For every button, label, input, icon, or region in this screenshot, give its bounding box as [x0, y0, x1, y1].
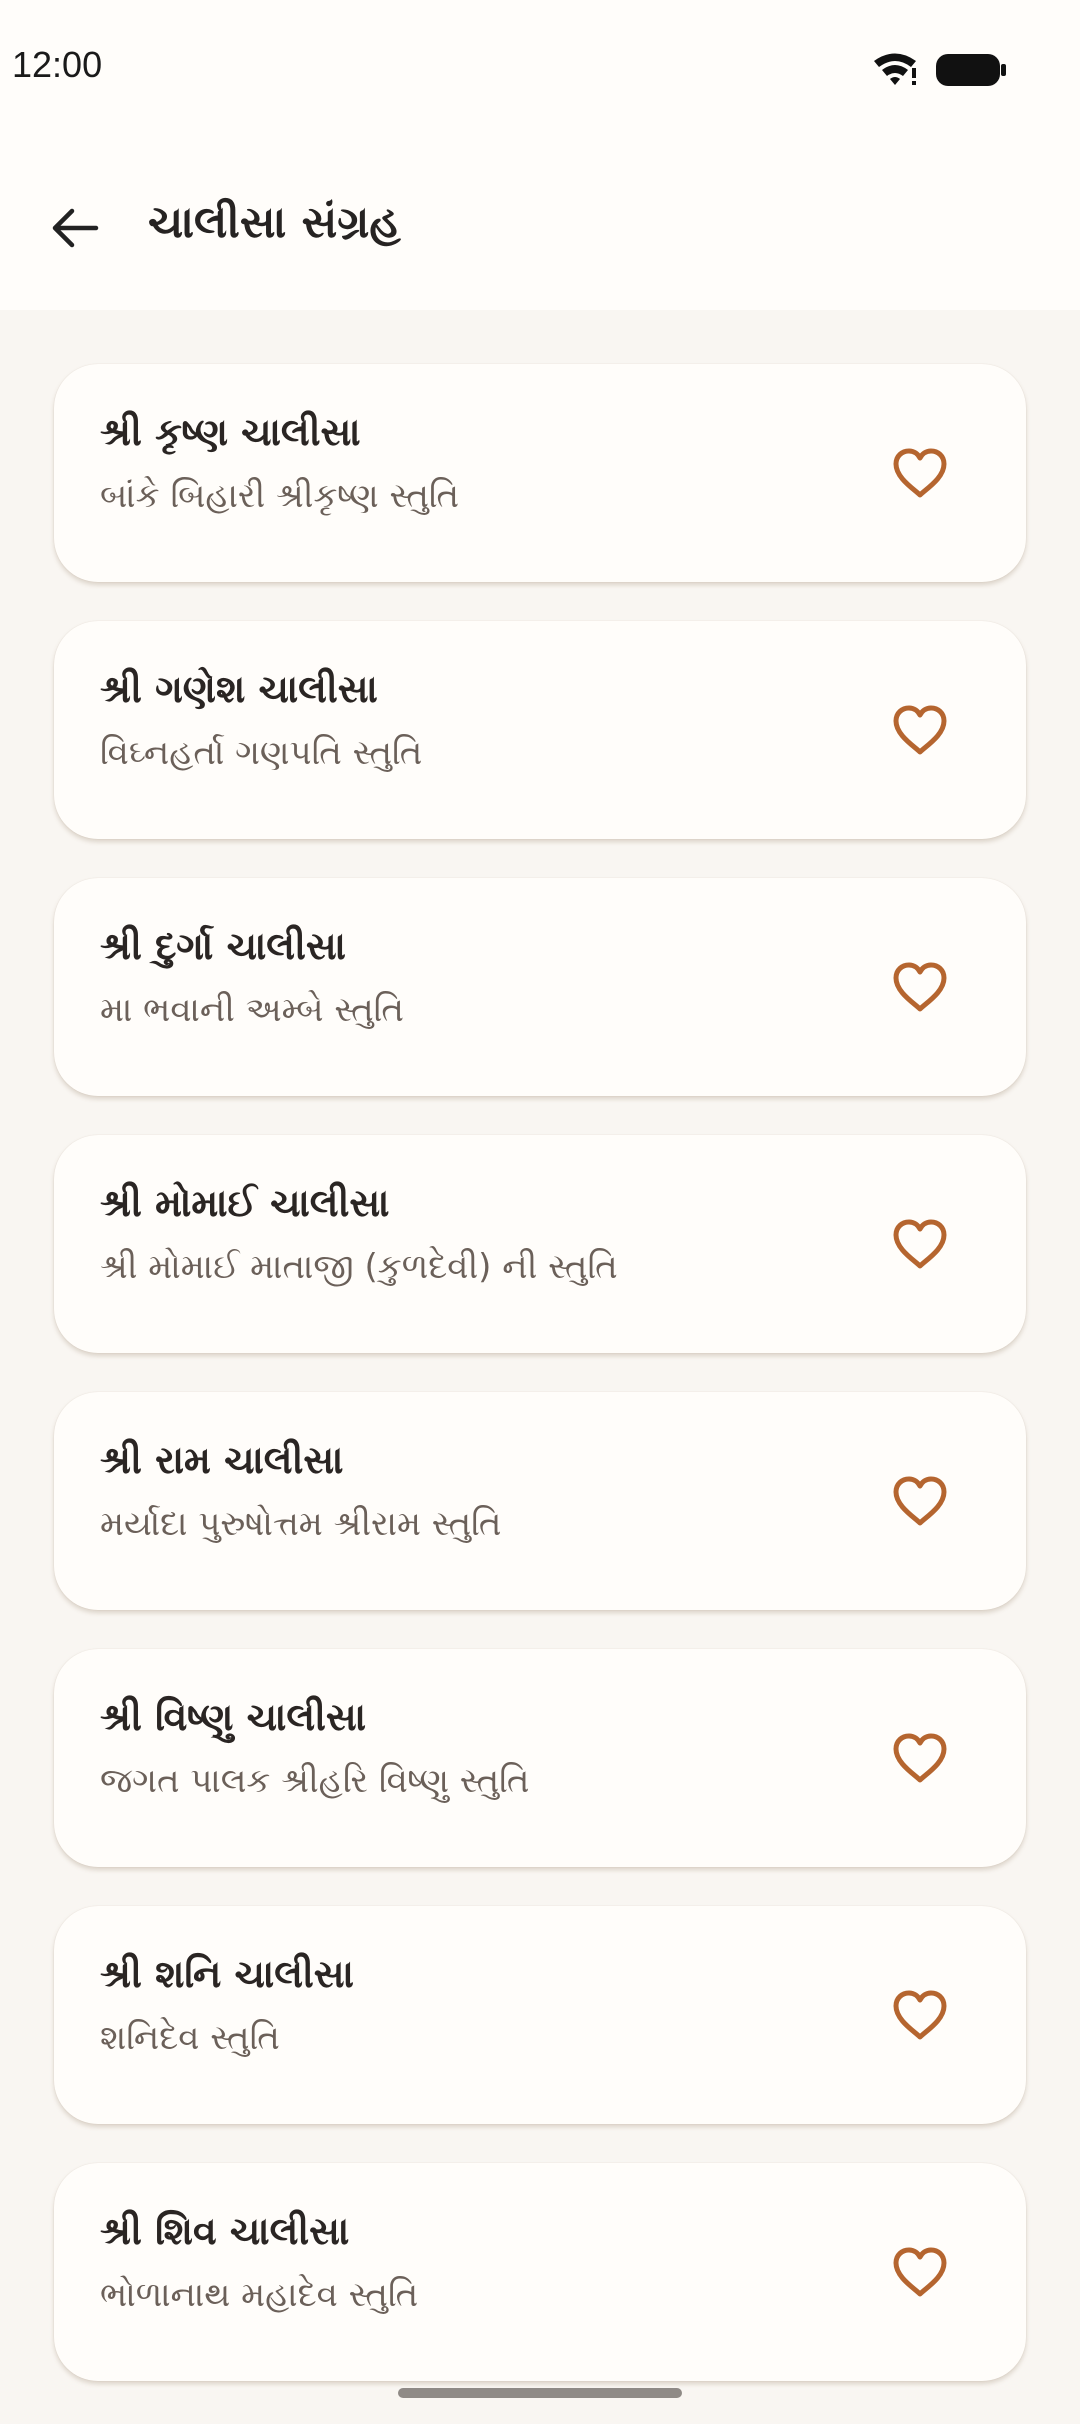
heart-outline-icon — [893, 1476, 947, 1526]
battery-icon — [936, 54, 1006, 86]
heart-outline-icon — [893, 2247, 947, 2297]
list-item[interactable]: શ્રી શિવ ચાલીસા ભોળાનાથ મહાદેવ સ્તુતિ — [54, 2163, 1026, 2381]
item-title: શ્રી કૃષ્ણ ચાલીસા — [100, 410, 361, 454]
heart-outline-icon — [893, 705, 947, 755]
app-bar: ચાલીસા સંગ્રહ — [0, 140, 1080, 310]
favorite-button[interactable] — [880, 1719, 960, 1799]
item-title: શ્રી શનિ ચાલીસા — [100, 1952, 354, 1996]
list-item[interactable]: શ્રી દુર્ગા ચાલીસા મા ભવાની અમ્બે સ્તુતિ — [54, 878, 1026, 1096]
item-title: શ્રી વિષ્ણુ ચાલીસા — [100, 1695, 367, 1739]
heart-outline-icon — [893, 1733, 947, 1783]
item-subtitle: વિઘ્નહર્તા ગણપતિ સ્તુતિ — [100, 733, 423, 773]
item-title: શ્રી દુર્ગા ચાલીસા — [100, 924, 346, 968]
item-title: શ્રી શિવ ચાલીસા — [100, 2209, 350, 2253]
page-title: ચાલીસા સંગ્રહ — [148, 197, 401, 248]
item-title: શ્રી ગણેશ ચાલીસા — [100, 667, 378, 711]
item-subtitle: મર્યાદા પુરુષોત્તમ શ્રીરામ સ્તુતિ — [100, 1504, 502, 1544]
back-button[interactable] — [30, 192, 120, 264]
item-title: શ્રી રામ ચાલીસા — [100, 1438, 344, 1482]
favorite-button[interactable] — [880, 2233, 960, 2313]
arrow-left-icon — [52, 208, 99, 248]
list-item[interactable]: શ્રી વિષ્ણુ ચાલીસા જગત પાલક શ્રીહરિ વિષ્… — [54, 1649, 1026, 1867]
favorite-button[interactable] — [880, 1976, 960, 2056]
item-title: શ્રી મોમાઈ ચાલીસા — [100, 1181, 390, 1225]
favorite-button[interactable] — [880, 948, 960, 1028]
heart-outline-icon — [893, 1990, 947, 2040]
favorite-button[interactable] — [880, 1205, 960, 1285]
wifi-icon — [874, 53, 916, 85]
status-bar: 12:00 — [0, 0, 1080, 140]
list-item[interactable]: શ્રી મોમાઈ ચાલીસા શ્રી મોમાઈ માતાજી (કુળ… — [54, 1135, 1026, 1353]
item-subtitle: શ્રી મોમાઈ માતાજી (કુળદેવી) ની સ્તુતિ — [100, 1247, 618, 1287]
item-subtitle: જગત પાલક શ્રીહરિ વિષ્ણુ સ્તુતિ — [100, 1761, 530, 1801]
item-subtitle: મા ભવાની અમ્બે સ્તુતિ — [100, 990, 404, 1030]
list-item[interactable]: શ્રી શનિ ચાલીસા શનિદેવ સ્તુતિ — [54, 1906, 1026, 2124]
favorite-button[interactable] — [880, 434, 960, 514]
list-item[interactable]: શ્રી ગણેશ ચાલીસા વિઘ્નહર્તા ગણપતિ સ્તુતિ — [54, 621, 1026, 839]
status-time: 12:00 — [12, 44, 103, 85]
favorite-button[interactable] — [880, 691, 960, 771]
chalisa-list: શ્રી કૃષ્ણ ચાલીસા બાંકે બિહારી શ્રીકૃષ્ણ… — [54, 364, 1026, 2420]
heart-outline-icon — [893, 1219, 947, 1269]
favorite-button[interactable] — [880, 1462, 960, 1542]
item-subtitle: બાંકે બિહારી શ્રીકૃષ્ણ સ્તુતિ — [100, 476, 460, 516]
gesture-nav-handle[interactable] — [398, 2388, 682, 2398]
heart-outline-icon — [893, 962, 947, 1012]
item-subtitle: શનિદેવ સ્તુતિ — [100, 2018, 280, 2058]
item-subtitle: ભોળાનાથ મહાદેવ સ્તુતિ — [100, 2275, 419, 2315]
list-item[interactable]: શ્રી રામ ચાલીસા મર્યાદા પુરુષોત્તમ શ્રીર… — [54, 1392, 1026, 1610]
heart-outline-icon — [893, 448, 947, 498]
list-item[interactable]: શ્રી કૃષ્ણ ચાલીસા બાંકે બિહારી શ્રીકૃષ્ણ… — [54, 364, 1026, 582]
